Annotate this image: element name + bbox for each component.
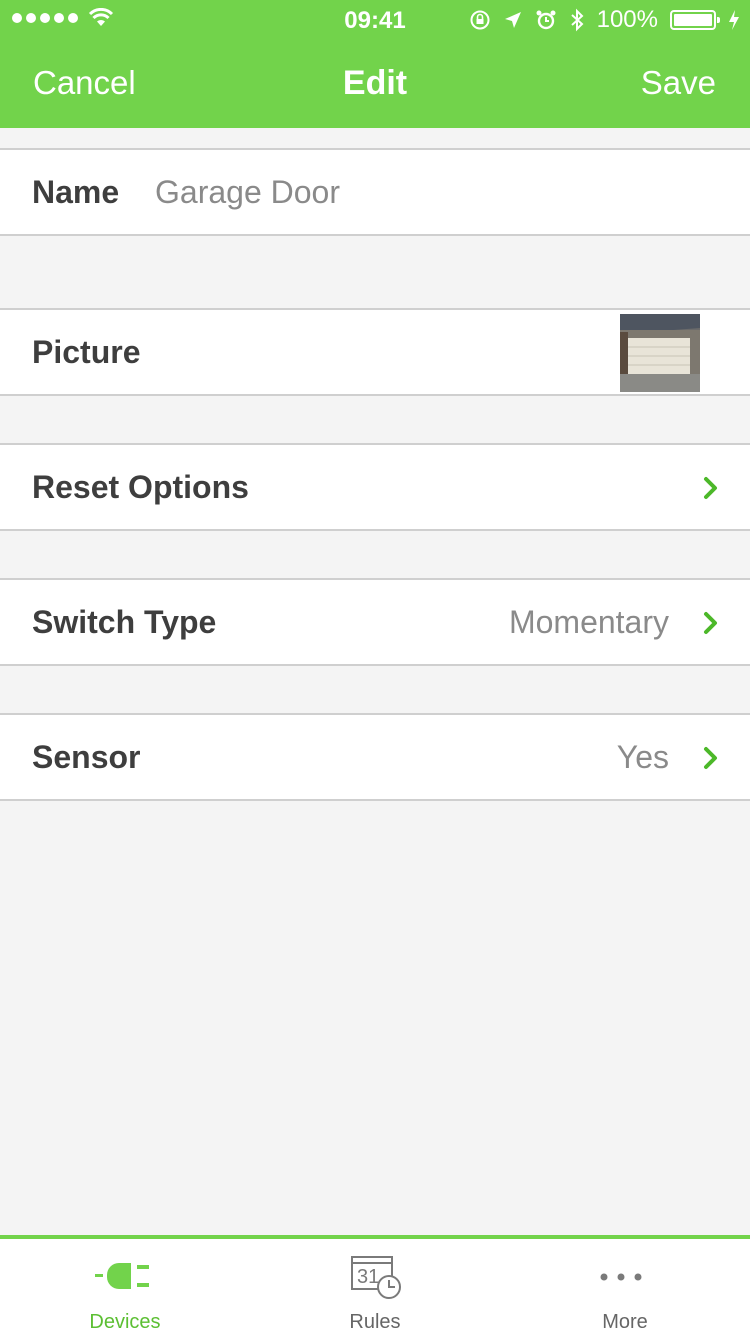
garage-picture-thumbnail[interactable] bbox=[620, 314, 700, 392]
name-row[interactable]: Name Garage Door bbox=[0, 148, 750, 236]
bluetooth-icon bbox=[570, 8, 584, 32]
calendar-clock-icon: 31 bbox=[351, 1256, 401, 1299]
picture-row[interactable]: Picture bbox=[0, 308, 750, 396]
save-button[interactable]: Save bbox=[641, 64, 716, 102]
alarm-clock-icon bbox=[536, 10, 556, 30]
tab-more-label: More bbox=[602, 1311, 648, 1333]
tab-devices-label: Devices bbox=[89, 1311, 161, 1333]
status-bar: 09:41 100% bbox=[0, 0, 750, 40]
nav-bar: Cancel Edit Save bbox=[0, 40, 750, 128]
tab-bar: Devices 31 Rules More bbox=[0, 1235, 750, 1334]
more-dots-icon bbox=[600, 1273, 642, 1281]
reset-options-label: Reset Options bbox=[32, 469, 249, 505]
tab-rules[interactable]: 31 Rules bbox=[250, 1239, 500, 1334]
status-right: 100% bbox=[469, 6, 740, 34]
plug-icon bbox=[95, 1263, 149, 1289]
charging-bolt-icon bbox=[729, 10, 739, 30]
reset-options-row[interactable]: Reset Options bbox=[0, 443, 750, 531]
name-label: Name bbox=[32, 174, 120, 210]
page-title: Edit bbox=[342, 64, 408, 102]
battery-percent: 100% bbox=[596, 6, 658, 33]
switch-type-row[interactable]: Switch Type Momentary bbox=[0, 578, 750, 666]
switch-type-value: Momentary bbox=[508, 604, 669, 640]
top-bar: 09:41 100% Cancel Edit Save bbox=[0, 0, 750, 128]
chevron-right-icon bbox=[704, 747, 717, 769]
tab-devices[interactable]: Devices bbox=[0, 1239, 250, 1334]
svg-text:31: 31 bbox=[357, 1266, 379, 1288]
name-input[interactable]: Garage Door bbox=[155, 174, 340, 211]
tab-rules-label: Rules bbox=[349, 1311, 401, 1333]
chevron-right-icon bbox=[704, 477, 717, 499]
location-arrow-icon bbox=[504, 12, 521, 28]
picture-label: Picture bbox=[32, 334, 141, 370]
sensor-label: Sensor bbox=[32, 739, 141, 775]
rotation-lock-icon bbox=[470, 10, 490, 30]
switch-type-label: Switch Type bbox=[32, 604, 217, 640]
sensor-row[interactable]: Sensor Yes bbox=[0, 713, 750, 801]
chevron-right-icon bbox=[704, 612, 717, 634]
sensor-value: Yes bbox=[616, 739, 669, 775]
tab-more[interactable]: More bbox=[500, 1239, 750, 1334]
battery-icon bbox=[670, 10, 720, 30]
